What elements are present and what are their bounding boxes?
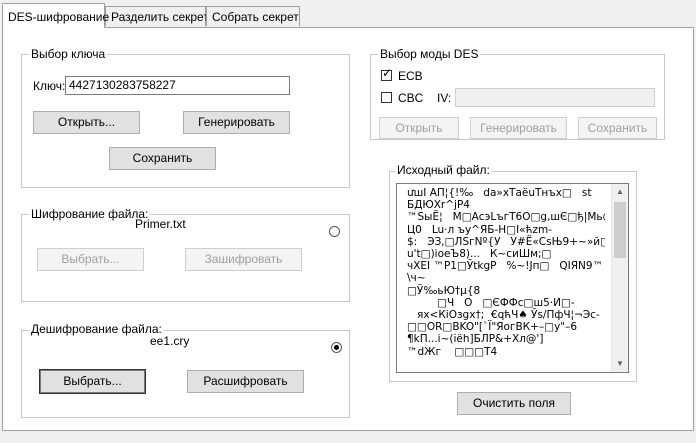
tab-split-secret[interactable]: Разделить секрет (105, 6, 209, 26)
save-iv-button[interactable]: Сохранить (578, 117, 657, 139)
encrypt-button[interactable]: Зашифровать (185, 248, 302, 271)
encrypt-mode-radio[interactable] (329, 226, 340, 237)
source-file-content: ưшІ АП¦{!‰ da»хТаёuТнъх□ st БДЮХr^jР4 ™S… (407, 187, 605, 358)
decrypt-filename: ee1.cry (150, 334, 190, 348)
ecb-label: ECB (398, 69, 423, 83)
iv-input[interactable] (455, 88, 655, 107)
cbc-checkbox[interactable] (381, 92, 392, 103)
window-bottom-strip (0, 431, 696, 443)
encrypt-group-legend: Шифрование файла: (29, 207, 151, 221)
key-label: Ключ: (33, 79, 66, 93)
cbc-label: CBC (398, 91, 424, 105)
decrypt-select-file-button[interactable]: Выбрать... (39, 369, 146, 394)
radio-selected-dot (334, 345, 339, 350)
source-file-textarea[interactable]: ưшІ АП¦{!‰ da»хТаёuТнъх□ st БДЮХr^jР4 ™S… (396, 183, 629, 373)
checkmark-icon: ✓ (382, 66, 393, 80)
encrypt-select-file-button[interactable]: Выбрать... (37, 248, 144, 271)
des-mode-legend: Выбор моды DES (378, 47, 481, 61)
key-input[interactable]: 4427130283758227 (65, 76, 290, 95)
decrypt-group-legend: Дешифрование файла: (29, 322, 164, 336)
key-group-legend: Выбор ключа (29, 47, 108, 61)
generate-key-button[interactable]: Генерировать (183, 111, 290, 134)
source-file-legend: Исходный файл: (395, 163, 492, 177)
encrypt-filename: Primer.txt (135, 217, 186, 231)
tab-combine-secret[interactable]: Собрать секрет (206, 6, 300, 26)
scroll-down-icon[interactable]: ▼ (612, 356, 628, 372)
save-key-button[interactable]: Сохранить (109, 147, 216, 170)
decrypt-button[interactable]: Расшифровать (187, 370, 304, 393)
ecb-checkbox[interactable]: ✓ (381, 66, 393, 81)
clear-fields-button[interactable]: Очистить поля (457, 392, 571, 415)
iv-label: IV: (437, 91, 452, 105)
vertical-scrollbar[interactable]: ▲ ▼ (611, 184, 628, 372)
scroll-up-icon[interactable]: ▲ (612, 184, 628, 200)
decrypt-mode-radio[interactable] (331, 342, 342, 353)
open-iv-button[interactable]: Открыть (379, 117, 459, 139)
scroll-thumb[interactable] (614, 202, 626, 258)
tab-des-encryption[interactable]: DES-шифрование (2, 3, 109, 28)
open-key-button[interactable]: Открыть... (33, 111, 140, 134)
generate-iv-button[interactable]: Генерировать (470, 117, 567, 139)
